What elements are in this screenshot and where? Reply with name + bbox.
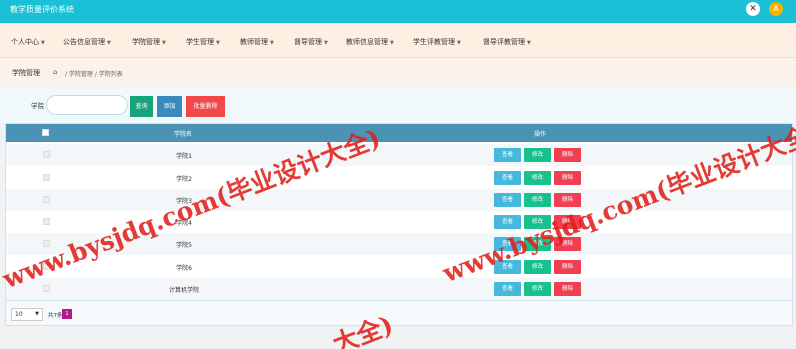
- avatar[interactable]: A: [769, 2, 783, 16]
- table-header: 学院名 操作: [6, 124, 792, 142]
- view-button[interactable]: 查看: [494, 193, 521, 207]
- chevron-down-icon: ▼: [527, 40, 531, 46]
- college-name-cell: 学院2: [176, 176, 192, 183]
- college-name-cell: 学院3: [176, 198, 192, 205]
- select-all-checkbox[interactable]: [42, 129, 49, 136]
- total-count: 共7条: [48, 313, 63, 319]
- search-panel: 学院: [0, 86, 796, 123]
- breadcrumb: 学院管理 ⌂ / 学院管理 / 学院列表: [0, 58, 796, 86]
- nav-item-college[interactable]: 学院管理 ▼: [132, 37, 166, 47]
- edit-button[interactable]: 修改: [524, 148, 551, 162]
- home-icon[interactable]: ⌂: [53, 68, 57, 76]
- column-header-ops: 操作: [534, 131, 547, 138]
- edit-button[interactable]: 修改: [524, 237, 551, 251]
- college-name-cell: 学院4: [176, 220, 192, 227]
- chevron-down-icon: ▼: [216, 40, 220, 46]
- view-button[interactable]: 查看: [494, 148, 521, 162]
- table-row: 学院3 查看 修改 删除: [6, 189, 792, 211]
- college-name-cell: 学院1: [176, 153, 192, 160]
- batch-delete-button[interactable]: 批量删除: [186, 96, 225, 117]
- nav-item-student[interactable]: 学生管理 ▼: [186, 37, 220, 47]
- table-row: 学院1 查看 修改 删除: [6, 144, 792, 166]
- table-row: 学院6 查看 修改 删除: [6, 256, 792, 278]
- nav-item-supervisor-evaluation[interactable]: 督导评教管理 ▼: [483, 37, 531, 47]
- college-name-cell: 学院6: [176, 265, 192, 272]
- nav-item-announcement[interactable]: 公告信息管理 ▼: [63, 37, 111, 47]
- table-row: 学院4 查看 修改 删除: [6, 211, 792, 233]
- edit-button[interactable]: 修改: [524, 282, 551, 296]
- delete-button[interactable]: 删除: [554, 237, 581, 251]
- college-search-input[interactable]: [46, 95, 128, 115]
- breadcrumb-path[interactable]: / 学院管理 / 学院列表: [65, 69, 123, 78]
- table-row: 学院5 查看 修改 删除: [6, 233, 792, 255]
- college-table: 学院名 操作 学院1 查看 修改 删除 学院2 查看 修改 删除 学院3 查看 …: [5, 123, 793, 301]
- delete-button[interactable]: 删除: [554, 171, 581, 185]
- chevron-down-icon: ▼: [41, 40, 45, 46]
- chevron-down-icon: ▼: [270, 40, 274, 46]
- edit-button[interactable]: 修改: [524, 260, 551, 274]
- top-bar: 教学质量评价系统 ✕ A: [0, 0, 796, 23]
- view-button[interactable]: 查看: [494, 215, 521, 229]
- pagination: 10 ▼ 共7条 1: [5, 301, 793, 326]
- edit-button[interactable]: 修改: [524, 215, 551, 229]
- page-title: 学院管理: [12, 69, 40, 77]
- search-button[interactable]: 查询: [130, 96, 153, 117]
- chevron-down-icon: ▼: [35, 311, 39, 317]
- delete-button[interactable]: 删除: [554, 215, 581, 229]
- fullscreen-icon[interactable]: ✕: [746, 2, 760, 16]
- delete-button[interactable]: 删除: [554, 260, 581, 274]
- chevron-down-icon: ▼: [457, 40, 461, 46]
- edit-button[interactable]: 修改: [524, 193, 551, 207]
- view-button[interactable]: 查看: [494, 282, 521, 296]
- main-navigation: 个人中心 ▼ 公告信息管理 ▼ 学院管理 ▼ 学生管理 ▼ 教师管理 ▼ 督导管理 ▼ 教师…: [0, 23, 796, 58]
- delete-button[interactable]: 删除: [554, 193, 581, 207]
- page-size-select[interactable]: 10 ▼: [11, 308, 43, 321]
- nav-item-teacher-info[interactable]: 教师信息管理 ▼: [346, 37, 394, 47]
- chevron-down-icon: ▼: [390, 40, 394, 46]
- delete-button[interactable]: 删除: [554, 282, 581, 296]
- chevron-down-icon: ▼: [324, 40, 328, 46]
- add-button[interactable]: 添加: [157, 96, 182, 117]
- delete-button[interactable]: 删除: [554, 148, 581, 162]
- table-row: 计算机学院 查看 修改 删除: [6, 278, 792, 300]
- app-title: 教学质量评价系统: [10, 5, 74, 14]
- nav-item-supervisor[interactable]: 督导管理 ▼: [294, 37, 328, 47]
- nav-item-student-evaluation[interactable]: 学生评教管理 ▼: [413, 37, 461, 47]
- search-label: 学院: [31, 102, 44, 110]
- column-header-name: 学院名: [174, 131, 193, 138]
- table-row: 学院2 查看 修改 删除: [6, 167, 792, 189]
- page-button-current[interactable]: 1: [62, 309, 72, 319]
- college-name-cell: 计算机学院: [168, 287, 199, 294]
- college-name-cell: 学院5: [176, 242, 192, 249]
- edit-button[interactable]: 修改: [524, 171, 551, 185]
- chevron-down-icon: ▼: [107, 40, 111, 46]
- view-button[interactable]: 查看: [494, 237, 521, 251]
- nav-item-personal-center[interactable]: 个人中心 ▼: [11, 37, 45, 47]
- view-button[interactable]: 查看: [494, 171, 521, 185]
- chevron-down-icon: ▼: [162, 40, 166, 46]
- nav-item-teacher[interactable]: 教师管理 ▼: [240, 37, 274, 47]
- view-button[interactable]: 查看: [494, 260, 521, 274]
